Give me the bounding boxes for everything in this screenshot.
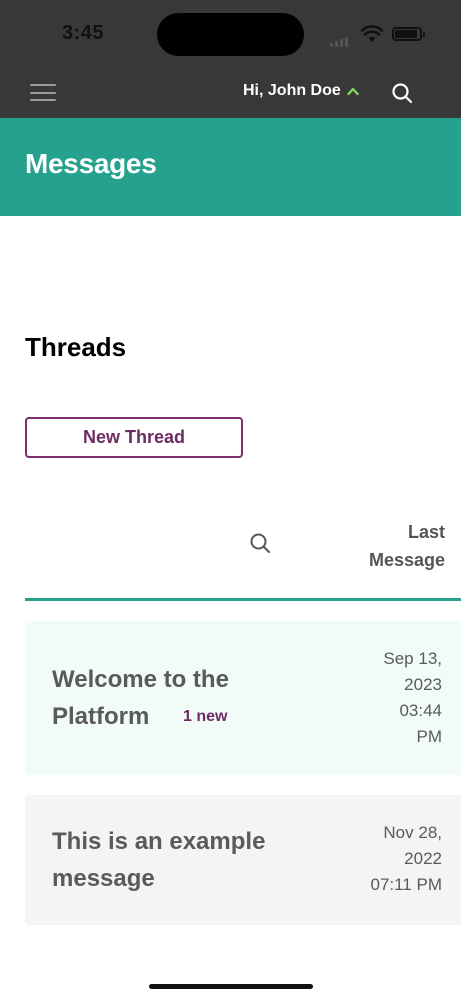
thread-subject: This is an example message — [52, 828, 266, 892]
page-title: Messages — [25, 148, 157, 179]
home-indicator[interactable] — [149, 984, 313, 989]
hamburger-menu-icon[interactable] — [30, 84, 56, 101]
chevron-up-icon[interactable] — [347, 86, 359, 96]
table-header-divider — [25, 598, 461, 601]
wifi-icon — [361, 25, 383, 42]
thread-date: Nov 28, 2022 07:11 PM — [370, 823, 442, 894]
page-banner: Messages — [0, 118, 461, 216]
last-message-column-header[interactable]: Last Message — [335, 518, 445, 574]
section-title: Threads — [25, 332, 127, 362]
new-count-badge: 1 new — [183, 708, 228, 725]
dynamic-island — [157, 13, 304, 56]
cellular-signal-icon — [330, 37, 348, 47]
thread-row[interactable]: Welcome to the Platform 1 new Sep 13, 20… — [25, 621, 461, 775]
new-thread-button[interactable]: New Thread — [25, 417, 243, 458]
status-time: 3:45 — [62, 22, 105, 44]
app-header: 3:45 Hi, John Doe — [0, 0, 461, 118]
battery-icon — [392, 27, 425, 41]
thread-row[interactable]: This is an example message Nov 28, 2022 … — [25, 795, 461, 925]
thread-subject: Welcome to the Platform — [52, 666, 229, 730]
search-icon[interactable] — [249, 532, 271, 554]
user-greeting[interactable]: Hi, John Doe — [243, 82, 341, 100]
search-icon[interactable] — [391, 82, 413, 104]
thread-date: Sep 13, 2023 03:44 PM — [383, 649, 442, 746]
